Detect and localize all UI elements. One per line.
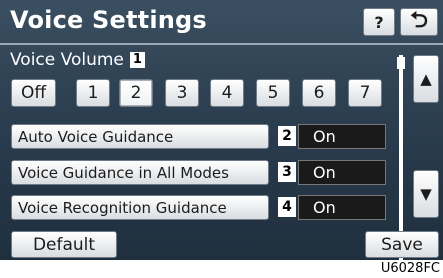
default-button[interactable]: Default (11, 231, 117, 258)
voice-guidance-all-modes-button[interactable]: Voice Guidance in All Modes (11, 160, 269, 185)
image-code-label: U6028FC (364, 260, 443, 278)
callout-badge-4: 4 (278, 197, 296, 217)
volume-4-button[interactable]: 4 (210, 79, 244, 107)
auto-voice-guidance-button[interactable]: Auto Voice Guidance (11, 124, 269, 149)
help-button[interactable]: ? (363, 8, 395, 36)
callout-badge-3: 3 (278, 162, 296, 182)
volume-5-button[interactable]: 5 (256, 79, 290, 107)
back-arrow-icon: ⮌ (410, 8, 428, 33)
volume-off-button[interactable]: Off (11, 79, 56, 107)
scroll-up-icon: ▲ (420, 70, 432, 88)
volume-7-button[interactable]: 7 (348, 79, 382, 107)
back-button[interactable]: ⮌ (400, 8, 438, 36)
footer-strip (0, 260, 364, 278)
voice-guidance-all-modes-value: On (298, 160, 386, 185)
scroll-up-button[interactable]: ▲ (413, 55, 439, 103)
voice-settings-screen: Voice Settings ? ⮌ Voice Volume 1 Off 1 2… (0, 0, 443, 260)
callout-badge-1: 1 (129, 52, 145, 68)
header-divider (0, 43, 443, 45)
volume-6-button[interactable]: 6 (302, 79, 336, 107)
scrollbar-track[interactable] (399, 55, 403, 260)
page-title: Voice Settings (10, 6, 207, 34)
scroll-down-icon: ▼ (420, 185, 432, 203)
volume-2-button[interactable]: 2 (119, 79, 153, 107)
volume-1-button[interactable]: 1 (76, 79, 110, 107)
voice-volume-text: Voice Volume (10, 50, 124, 70)
scrollbar-thumb[interactable] (397, 57, 405, 69)
callout-badge-2: 2 (278, 126, 296, 146)
voice-volume-label: Voice Volume 1 (10, 50, 145, 70)
volume-3-button[interactable]: 3 (165, 79, 199, 107)
save-button[interactable]: Save (365, 231, 439, 258)
auto-voice-guidance-value: On (298, 124, 386, 149)
scroll-down-button[interactable]: ▼ (413, 170, 439, 218)
voice-recognition-guidance-value: On (298, 195, 386, 220)
voice-recognition-guidance-button[interactable]: Voice Recognition Guidance (11, 195, 269, 220)
